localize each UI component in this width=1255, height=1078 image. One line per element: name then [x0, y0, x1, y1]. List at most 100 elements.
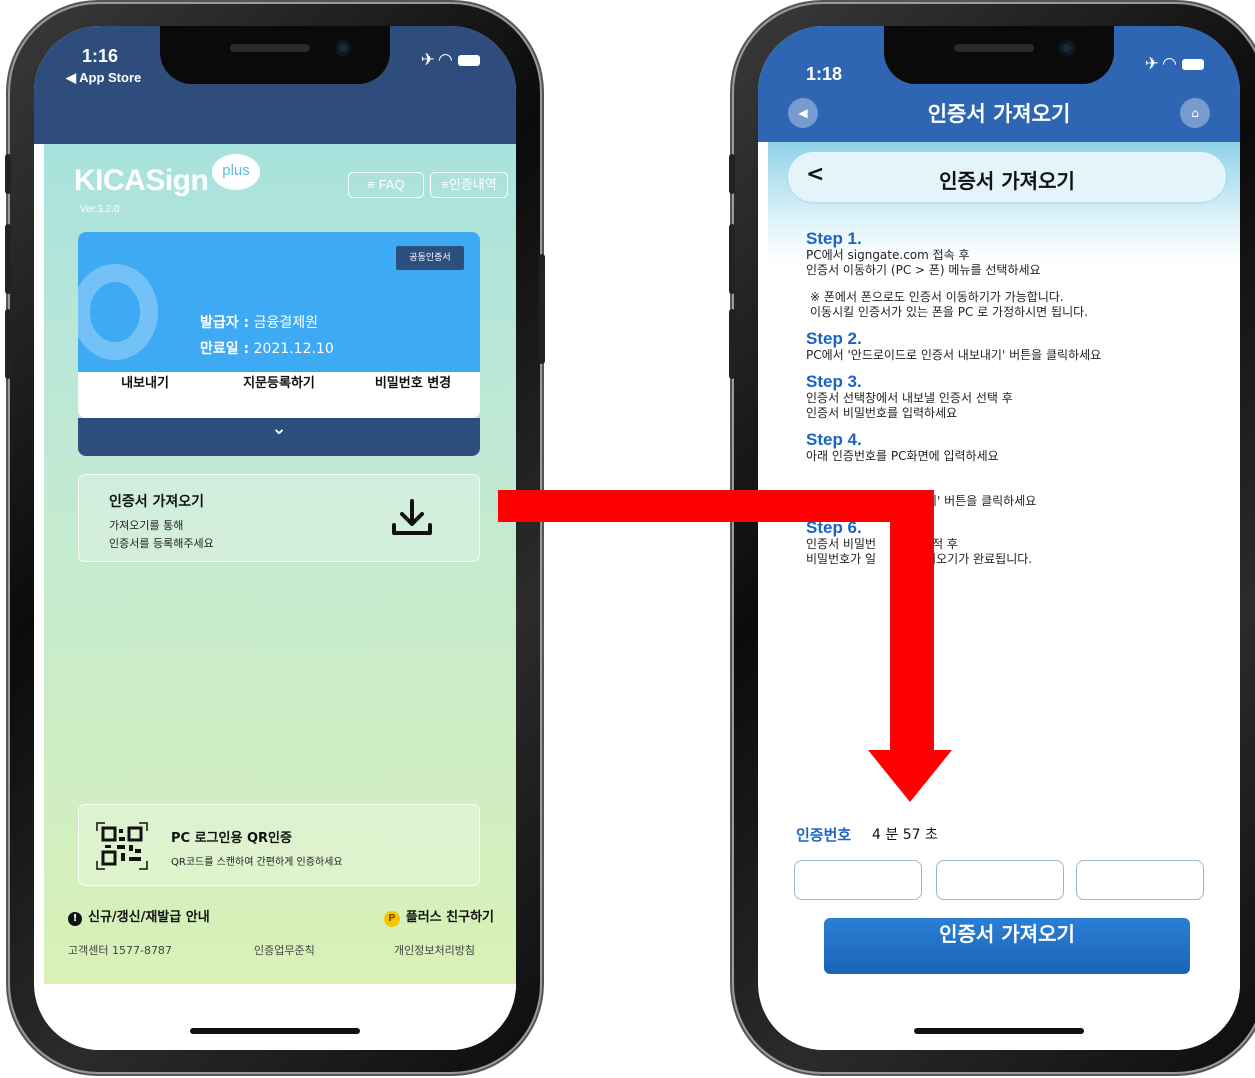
step-3-title: Step 3.	[806, 372, 862, 391]
back-to-app-store-link[interactable]: ◀ App Store	[66, 70, 141, 86]
import-description: 가져오기를 통해 인증서를 등록해주세요	[109, 517, 214, 553]
step-6-fragment-b: 비밀번호가 일	[806, 552, 877, 566]
note-line2: 이동시킬 인증서가 있는 폰을 PC 로 가정하시면 됩니다.	[810, 305, 1088, 319]
right-screen: 1:18 ✈◠ ◀ 인증서 가져오기 ⌂ < 인증서 가져오기 Step 1. …	[758, 26, 1240, 1050]
qr-login-card[interactable]: PC 로그인용 QR인증 QR코드를 스캔하여 간편하게 인증하세요	[78, 804, 480, 886]
version-label: Ver.3.2.0	[80, 204, 120, 215]
issue-guide-label: 신규/갱신/재발급 안내	[88, 910, 210, 925]
import-desc-line2: 인증서를 등록해주세요	[109, 537, 214, 550]
download-icon	[392, 499, 432, 535]
chevron-down-icon: ⌄	[271, 418, 287, 439]
plus-friend-label: 플러스 친구하기	[405, 910, 494, 925]
change-password-button[interactable]: 비밀번호 변경	[346, 372, 480, 418]
notch	[160, 26, 390, 84]
step-1-line2: 인증서 이동하기 (PC > 폰) 메뉴를 선택하세요	[806, 263, 1041, 277]
notch	[884, 26, 1114, 84]
page-title-bar: < 인증서 가져오기	[788, 152, 1226, 202]
home-indicator[interactable]	[190, 1028, 360, 1034]
arrow-down-head	[868, 750, 952, 802]
note: ※ 폰에서 폰으로도 인증서 이동하기가 가능합니다. 이동시킬 인증서가 있는…	[806, 290, 1226, 320]
expire-value: 2021.12.10	[253, 341, 334, 357]
otp-timer: 4 분 57 초	[872, 827, 938, 843]
certificate-card[interactable]: 공동인증서 발급자 : 금융결제원 만료일 : 2021.12.10 내보내기 …	[78, 232, 480, 418]
speaker	[230, 44, 310, 52]
left-screen: 1:16 ◀ App Store ✈◠ KICASign plus Ver.3.…	[34, 26, 516, 1050]
otp-input-3[interactable]	[1076, 860, 1204, 900]
status-icons: ✈◠	[1145, 54, 1204, 74]
left-app-body: KICASign plus Ver.3.2.0 ≡ FAQ ≡인증내역 공동인증…	[44, 144, 516, 1050]
step-4-title: Step 4.	[806, 430, 862, 449]
step-3-line1: 인증서 선택창에서 내보낼 인증서 선택 후	[806, 391, 1013, 405]
step-6-fragment-a: 인증서 비밀번	[806, 537, 877, 551]
plus-friend-link[interactable]: P 플러스 친구하기	[383, 906, 494, 927]
certificate-card-top: 공동인증서 발급자 : 금융결제원 만료일 : 2021.12.10	[78, 232, 480, 372]
wifi-icon: ◠	[1162, 54, 1180, 74]
app-logo: KICASign	[74, 164, 209, 197]
step-4-line1: 아래 인증번호를 PC화면에 입력하세요	[806, 449, 999, 463]
issuer-value: 금융결제원	[253, 315, 318, 331]
fingerprint-register-button[interactable]: 지문등록하기	[212, 372, 346, 418]
step-2-title: Step 2.	[806, 329, 862, 348]
otp-label: 인증번호	[796, 826, 852, 844]
import-certificate-card[interactable]: 인증서 가져오기 가져오기를 통해 인증서를 등록해주세요	[78, 474, 480, 562]
step-6-line2: 비밀번호가 일 가져오기가 완료됩니다.	[806, 552, 1226, 567]
arrow-horizontal-shaft	[498, 490, 934, 522]
status-time: 1:16	[82, 46, 119, 66]
right-phone-frame: 1:18 ✈◠ ◀ 인증서 가져오기 ⌂ < 인증서 가져오기 Step 1. …	[729, 4, 1255, 1072]
speaker	[954, 44, 1034, 52]
status-time: 1:18	[806, 64, 843, 84]
volume-up-button	[5, 224, 11, 294]
bottom-white-area	[44, 984, 516, 1050]
step-1-line1: PC에서 signgate.com 접속 후	[806, 248, 970, 262]
arrow-vertical-shaft	[890, 490, 934, 762]
mute-switch	[5, 154, 11, 194]
mute-switch	[729, 154, 735, 194]
otp-input-1[interactable]	[794, 860, 922, 900]
cert-history-button[interactable]: ≡인증내역	[430, 172, 508, 198]
info-icon: !	[68, 912, 82, 926]
issue-guide-link[interactable]: ! 신규/갱신/재발급 안내	[68, 906, 210, 926]
logo-plus-badge: plus	[212, 154, 260, 190]
front-camera	[1059, 40, 1075, 56]
certificate-actions: 내보내기 지문등록하기 비밀번호 변경	[78, 372, 480, 418]
otp-input-2[interactable]	[936, 860, 1064, 900]
swirl-graphic	[78, 264, 158, 360]
issuer-label: 발급자 :	[200, 315, 250, 331]
plus-friend-icon: P	[383, 911, 400, 927]
customer-center-link[interactable]: 고객센터 1577-8787	[68, 942, 172, 958]
qr-code-icon	[96, 822, 148, 870]
privacy-policy-link[interactable]: 개인정보처리방침	[394, 942, 475, 958]
power-button	[539, 254, 545, 364]
export-button[interactable]: 내보내기	[78, 372, 212, 418]
import-title: 인증서 가져오기	[109, 494, 205, 510]
faq-button[interactable]: ≡ FAQ	[348, 172, 424, 198]
step-2-line1: PC에서 '안드로이드로 인증서 내보내기' 버튼을 클릭하세요	[806, 348, 1102, 362]
qr-title: PC 로그인용 QR인증	[171, 831, 292, 846]
import-certificate-button[interactable]: 인증서 가져오기	[824, 918, 1190, 974]
expire-label: 만료일 :	[200, 341, 250, 357]
expand-button[interactable]: ⌄	[78, 418, 480, 456]
airplane-icon: ✈	[420, 50, 439, 70]
step-6-line1: 인증서 비밀번 적 후	[806, 537, 1226, 552]
battery-icon	[1182, 58, 1204, 70]
page-title: 인증서 가져오기	[939, 169, 1075, 193]
volume-down-button	[5, 309, 11, 379]
home-indicator[interactable]	[914, 1028, 1084, 1034]
left-phone-frame: 1:16 ◀ App Store ✈◠ KICASign plus Ver.3.…	[5, 4, 545, 1072]
cert-policy-link[interactable]: 인증업무준칙	[254, 942, 315, 958]
airplane-icon: ✈	[1144, 54, 1163, 74]
wifi-icon: ◠	[438, 50, 456, 70]
issuer-row: 발급자 : 금융결제원	[200, 312, 318, 332]
front-camera	[335, 40, 351, 56]
expire-row: 만료일 : 2021.12.10	[200, 338, 334, 358]
battery-icon	[458, 54, 480, 66]
stage: 1:16 ◀ App Store ✈◠ KICASign plus Ver.3.…	[0, 0, 1255, 1078]
step-3-line2: 인증서 비밀번호를 입력하세요	[806, 406, 958, 420]
step-1-title: Step 1.	[806, 229, 862, 248]
volume-down-button	[729, 309, 735, 379]
qr-description: QR코드를 스캔하여 간편하게 인증하세요	[171, 857, 343, 868]
volume-up-button	[729, 224, 735, 294]
note-line1: ※ 폰에서 폰으로도 인증서 이동하기가 가능합니다.	[810, 290, 1064, 304]
status-icons: ✈◠	[421, 50, 480, 70]
cert-type-badge: 공동인증서	[396, 246, 464, 270]
